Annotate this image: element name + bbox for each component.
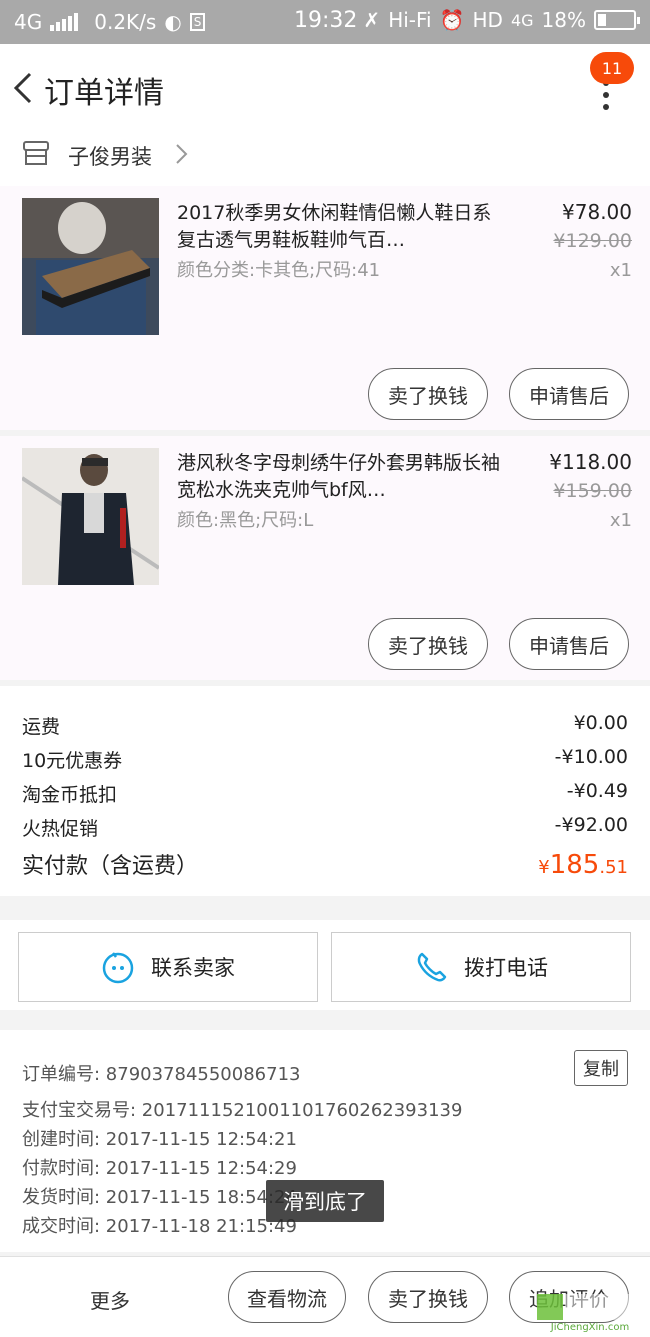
created-time: 创建时间: 2017-11-15 12:54:21 xyxy=(22,1129,297,1150)
network2-label: 4G xyxy=(510,10,534,30)
chevron-right-icon xyxy=(176,144,188,164)
completed-time: 成交时间: 2017-11-18 21:15:49 xyxy=(22,1216,297,1237)
view-logistics-button[interactable]: 查看物流 xyxy=(228,1271,346,1323)
total-amount: ¥185.51 xyxy=(538,850,628,880)
battery-icon xyxy=(594,10,640,30)
sell-button[interactable]: 卖了换钱 xyxy=(368,618,488,670)
after-sale-button[interactable]: 申请售后 xyxy=(509,618,629,670)
total-decimal: .51 xyxy=(599,857,628,878)
mute-icon: ✗ xyxy=(363,8,381,32)
site-watermark-logo: JiChengXin.com xyxy=(537,1294,643,1333)
product-image-jacket[interactable] xyxy=(22,448,159,585)
promo-label: 火热促销 xyxy=(22,818,99,840)
contact-seller-label: 联系卖家 xyxy=(151,956,235,980)
product-spec: 颜色:黑色;尺码:L xyxy=(177,510,314,531)
product-price: ¥118.00 xyxy=(549,450,632,474)
page-title: 订单详情 xyxy=(44,76,164,111)
sell-button[interactable]: 卖了换钱 xyxy=(368,368,488,420)
call-phone-button[interactable]: 拨打电话 xyxy=(331,932,631,1002)
call-phone-label: 拨打电话 xyxy=(464,956,548,980)
clock: 19:32 xyxy=(294,8,358,33)
total-label: 实付款（含运费） xyxy=(22,854,199,879)
product-image-shoes[interactable] xyxy=(22,198,159,335)
paid-time: 付款时间: 2017-11-15 12:54:29 xyxy=(22,1158,297,1179)
hd-label: HD xyxy=(472,8,503,32)
hifi-label: Hi-Fi xyxy=(388,8,432,32)
product-title[interactable]: 港风秋冬字母刺绣牛仔外套男韩版长袖宽松水洗夹克帅气bf风… xyxy=(177,450,507,504)
more-menu-icon[interactable] xyxy=(596,80,616,110)
watermark-text: JiChengXin.com xyxy=(550,1322,629,1333)
product-quantity: x1 xyxy=(609,510,632,531)
product-original-price: ¥129.00 xyxy=(553,230,632,252)
shop-name: 子俊男装 xyxy=(68,145,152,169)
product-price: ¥78.00 xyxy=(562,200,632,224)
price-summary: 运费 ¥0.00 10元优惠券 -¥10.00 淘金币抵扣 -¥0.49 火热促… xyxy=(0,686,650,896)
message-count-badge: 11 xyxy=(590,52,634,84)
alarm-icon: ⏰ xyxy=(439,8,465,32)
shipped-time: 发货时间: 2017-11-15 18:54:24 xyxy=(22,1187,297,1208)
chat-bubble-icon xyxy=(102,952,134,984)
sync-icon: ◐ xyxy=(164,10,182,34)
battery-percent: 18% xyxy=(541,8,586,32)
coins-row: 淘金币抵扣 -¥0.49 xyxy=(22,780,628,807)
phone-icon xyxy=(417,952,447,982)
back-arrow-icon[interactable] xyxy=(10,68,38,108)
copy-button[interactable]: 复制 xyxy=(574,1050,628,1086)
coupon-value: -¥10.00 xyxy=(554,746,628,768)
sell-button[interactable]: 卖了换钱 xyxy=(368,1271,488,1323)
contact-area: 联系卖家 拨打电话 xyxy=(0,920,650,1010)
product-spec: 颜色分类:卡其色;尺码:41 xyxy=(177,260,381,281)
after-sale-button[interactable]: 申请售后 xyxy=(509,368,629,420)
more-button[interactable]: 更多 xyxy=(90,1285,130,1314)
product-original-price: ¥159.00 xyxy=(553,480,632,502)
order-number: 订单编号: 87903784550086713 xyxy=(22,1064,301,1085)
promo-value: -¥92.00 xyxy=(554,814,628,836)
network-label: 4G xyxy=(14,10,43,34)
coins-label: 淘金币抵扣 xyxy=(22,784,118,806)
shop-row[interactable]: 子俊男装 xyxy=(0,132,650,186)
total-integer: 185 xyxy=(549,850,600,880)
contact-seller-button[interactable]: 联系卖家 xyxy=(18,932,318,1002)
signal-icon xyxy=(50,13,79,31)
shipping-value: ¥0.00 xyxy=(573,712,628,734)
network-speed: 0.2K/s xyxy=(94,10,157,34)
product-title[interactable]: 2017秋季男女休闲鞋情侣懒人鞋日系复古透气男鞋板鞋帅气百… xyxy=(177,200,507,254)
total-currency: ¥ xyxy=(538,857,550,878)
coupon-label: 10元优惠券 xyxy=(22,750,123,772)
store-icon xyxy=(23,141,49,165)
order-item[interactable]: 港风秋冬字母刺绣牛仔外套男韩版长袖宽松水洗夹克帅气bf风… 颜色:黑色;尺码:L… xyxy=(0,436,650,680)
order-item[interactable]: 2017秋季男女休闲鞋情侣懒人鞋日系复古透气男鞋板鞋帅气百… 颜色分类:卡其色;… xyxy=(0,186,650,430)
coins-value: -¥0.49 xyxy=(566,780,628,802)
scroll-end-toast: 滑到底了 xyxy=(266,1180,384,1222)
coupon-row: 10元优惠券 -¥10.00 xyxy=(22,746,628,773)
shipping-row: 运费 ¥0.00 xyxy=(22,712,628,739)
shipping-label: 运费 xyxy=(22,716,61,738)
sim-icon: S xyxy=(189,13,206,31)
product-quantity: x1 xyxy=(609,260,632,281)
status-bar: 4G 0.2K/s ◐ S 19:32 ✗ Hi-Fi ⏰ HD 4G 18% xyxy=(0,0,650,44)
total-row: 实付款（含运费） ¥185.51 xyxy=(22,848,628,880)
alipay-trade-number: 支付宝交易号: 2017111521001101760262393139 xyxy=(22,1100,463,1121)
promo-row: 火热促销 -¥92.00 xyxy=(22,814,628,841)
nav-header: 订单详情 xyxy=(0,44,650,132)
